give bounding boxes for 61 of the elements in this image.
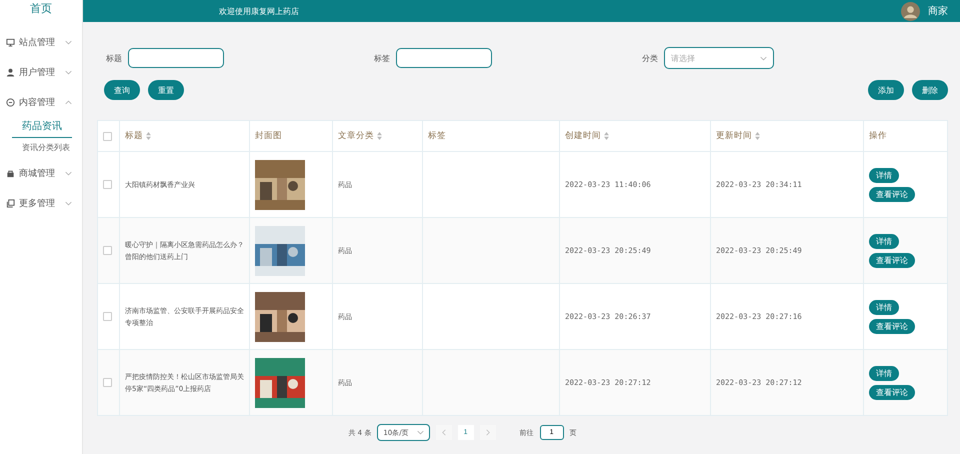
next-page-button[interactable] xyxy=(480,425,496,440)
reset-button[interactable]: 重置 xyxy=(148,80,184,100)
sidebar-item[interactable]: 更多管理 xyxy=(0,188,82,218)
tag-input[interactable] xyxy=(396,48,492,68)
column-header[interactable]: 文章分类 xyxy=(332,120,422,152)
prev-page-button[interactable] xyxy=(436,425,452,440)
bag-icon xyxy=(6,168,15,178)
search-button[interactable]: 查询 xyxy=(104,80,140,100)
chevron-down-icon xyxy=(65,70,72,74)
chevron-down-icon xyxy=(65,200,72,206)
comments-button[interactable]: 查看评论 xyxy=(869,318,915,334)
column-header[interactable]: 更新时间 xyxy=(710,120,864,152)
details-button[interactable]: 详情 xyxy=(869,366,899,380)
home-link[interactable]: 首页 xyxy=(0,0,82,18)
user-icon xyxy=(6,68,15,76)
submenu-item[interactable]: 资讯分类列表 xyxy=(0,138,82,158)
row-checkbox[interactable] xyxy=(103,180,112,189)
sidebar-item[interactable]: 商城管理 xyxy=(0,158,82,188)
row-checkbox[interactable] xyxy=(103,246,112,255)
delete-button[interactable]: 删除 xyxy=(912,80,948,100)
field-label: 标题 xyxy=(106,52,122,64)
sort-icon[interactable] xyxy=(604,132,609,140)
select-all-checkbox[interactable] xyxy=(103,132,112,140)
column-header[interactable]: 操作 xyxy=(864,120,948,152)
copy-icon xyxy=(6,198,15,208)
category-select[interactable]: 请选择 xyxy=(664,47,774,69)
user-name: 商家 xyxy=(928,4,948,18)
chevron-down-icon xyxy=(65,170,72,176)
sidebar-item[interactable]: 内容管理 xyxy=(0,87,82,117)
chevron-right-icon xyxy=(486,429,490,436)
comments-button[interactable]: 查看评论 xyxy=(869,384,915,400)
column-header[interactable]: 封面图 xyxy=(250,120,332,152)
chevron-down-icon xyxy=(760,56,767,60)
field-label: 标签 xyxy=(374,52,390,64)
chevron-down-icon xyxy=(65,40,72,44)
title-input[interactable] xyxy=(128,48,224,68)
column-header[interactable]: 标签 xyxy=(422,120,560,152)
sidebar-item[interactable]: 用户管理 xyxy=(0,57,82,87)
row-checkbox[interactable] xyxy=(103,312,112,321)
field-label: 分类 xyxy=(642,52,658,64)
avatar-icon xyxy=(901,2,920,20)
comments-button[interactable]: 查看评论 xyxy=(869,252,915,268)
chevron-up-icon xyxy=(65,100,72,104)
column-header[interactable]: 标题 xyxy=(120,120,250,152)
chat-icon xyxy=(6,98,15,106)
row-checkbox[interactable] xyxy=(103,378,112,387)
sort-icon[interactable] xyxy=(755,132,760,140)
comments-button[interactable]: 查看评论 xyxy=(869,186,915,202)
sort-icon[interactable] xyxy=(146,132,151,140)
details-button[interactable]: 详情 xyxy=(869,234,899,248)
sidebar-item[interactable]: 站点管理 xyxy=(0,27,82,57)
chevron-left-icon xyxy=(442,429,446,436)
add-button[interactable]: 添加 xyxy=(868,80,904,100)
column-header[interactable]: 创建时间 xyxy=(560,120,710,152)
submenu-item[interactable]: 药品资讯 xyxy=(12,117,72,138)
monitor-icon xyxy=(6,38,15,46)
sort-icon[interactable] xyxy=(377,132,382,140)
welcome-text: 欢迎使用康复网上药店 xyxy=(219,6,299,16)
details-button[interactable]: 详情 xyxy=(869,300,899,314)
details-button[interactable]: 详情 xyxy=(869,168,899,182)
chevron-down-icon xyxy=(416,430,424,435)
